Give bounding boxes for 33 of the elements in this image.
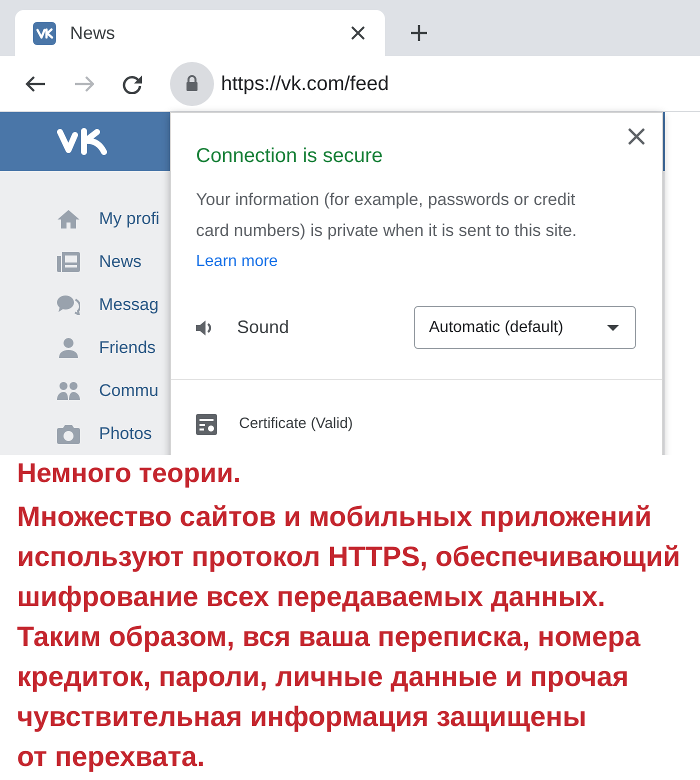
certificate-icon — [196, 414, 217, 434]
browser-tab[interactable]: News — [15, 10, 385, 56]
left-arrow-icon[interactable] — [24, 74, 46, 92]
sidebar-item[interactable]: Photos — [0, 412, 170, 455]
sidebar-item[interactable]: Commu — [0, 369, 170, 412]
circular-arrow-icon[interactable] — [122, 74, 142, 94]
sound-select[interactable]: Automatic (default) — [414, 306, 636, 349]
logo-icon[interactable] — [57, 128, 107, 155]
speaker-icon — [196, 318, 213, 336]
article-heading: Немного теории. — [17, 457, 242, 490]
close-icon[interactable] — [351, 26, 365, 40]
sidebar-item[interactable]: Friends — [0, 326, 170, 369]
certificate-label[interactable]: Certificate (Valid) — [239, 412, 353, 436]
learn-more-link[interactable]: Learn more — [196, 253, 278, 270]
person-icon — [57, 338, 80, 358]
plus-icon[interactable] — [411, 25, 427, 41]
address-field[interactable]: https://vk.com/feed — [221, 68, 389, 98]
lock-icon[interactable] — [170, 62, 214, 106]
article-text: Множество сайтов и мобильных приложений используют протокол HTTPS, обеспечивающий шифрование всех передаваемых данных. Таким образом, вся ваша переписка, номера кредиток, пароли, личные данные и прочая чувствительная информация защищены от перехвата. — [17, 500, 682, 774]
camera-icon — [57, 424, 80, 444]
sidebar-item[interactable]: My profi — [0, 197, 170, 240]
popup-title: Connection is secure — [196, 144, 384, 169]
sound-label: Sound — [237, 316, 290, 339]
favicon-icon — [33, 22, 56, 44]
sidebar-item[interactable]: Messag — [0, 283, 170, 326]
chat-bubbles-icon — [57, 294, 80, 314]
newspaper-icon — [57, 252, 80, 272]
sidebar-item[interactable]: News — [0, 240, 170, 283]
home-icon — [57, 208, 80, 228]
description-text: Your information (for example, passwords or credit card numbers) is private when it is sent to this site. — [196, 189, 578, 242]
caret-icon — [607, 324, 619, 330]
people-icon — [57, 380, 80, 400]
close-icon[interactable] — [628, 128, 645, 145]
